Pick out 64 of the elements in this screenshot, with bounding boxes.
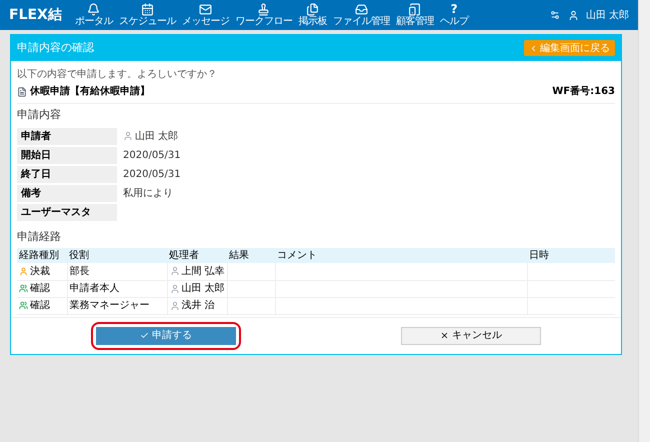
group-icon [19,301,28,310]
route-type: 決裁 [30,264,50,279]
column-header: 処理者 [167,248,228,263]
confirm-prompt: 以下の内容で申請します。よろしいですか？ [17,69,218,81]
section-heading: 申請経路 [17,228,62,244]
person-icon [170,300,180,310]
nav-item[interactable]: ファイル管理 [330,0,393,30]
field-value: 2020/05/31 [122,168,182,182]
handler-name: 上間 弘幸 [182,264,225,279]
field-label: 申請者 [17,128,117,144]
bell-icon [87,2,100,16]
field-value: 2020/05/31 [122,148,182,162]
documents-icon [306,2,320,16]
group-icon [19,284,28,293]
field-label: 開始日 [17,146,117,164]
nav-item[interactable]: ポータル [72,0,116,30]
column-header: 結果 [227,248,276,263]
calendar-icon [140,2,154,16]
field-value: 山田 太郎 [117,128,615,144]
nav-item[interactable]: メッセージ [178,0,232,30]
close-icon [440,331,449,340]
person-icon [19,266,28,276]
chevron-icon [529,44,538,52]
column-header: 日時 [527,248,615,263]
nav-item[interactable]: 掲示板 [295,0,330,30]
settings-icon[interactable] [550,10,560,20]
nav-item[interactable]: ワークフロー [232,0,296,30]
person-icon [123,131,133,141]
column-header: コメント [275,248,528,263]
person-icon [170,284,180,294]
handler-name: 山田 太郎 [182,282,225,296]
table-cell: 申請者本人 [67,280,167,297]
nav-item[interactable]: 顧客管理 [392,0,437,30]
route-type: 確認 [30,282,50,296]
section-heading: 申請内容 [17,107,62,123]
handler-name: 浅井 治 [182,298,215,313]
table-cell: 部長 [67,263,167,280]
column-header: 経路種別 [17,248,67,263]
panel-title: 申請内容の確認 [17,40,94,56]
nav-item[interactable]: スケジュール [116,0,179,30]
field-label: ユーザーマスタ [17,204,117,220]
tray-icon [354,2,368,16]
nav-item[interactable]: ? ヘルプ [436,0,472,30]
stamp-icon [257,2,270,16]
wf-number: WF番号:163 [552,84,615,99]
route-type: 確認 [30,298,50,313]
field-label: 備考 [17,184,117,202]
person-icon [170,266,180,276]
field-label: 終了日 [17,166,117,182]
table-cell: 業務マネージャー [67,297,167,314]
scrollbar[interactable] [638,0,650,442]
logo[interactable]: FLEX結 [9,4,62,26]
submit-button[interactable]: 申請する [96,326,236,344]
mail-icon [199,2,212,16]
check-icon [140,331,149,340]
help-glyph: ? [450,2,458,16]
cancel-button[interactable]: キャンセル [401,326,541,344]
column-header: 役割 [67,248,167,263]
user-icon [568,10,579,20]
form-title: 休暇申請【有給休暇申請】 [30,84,150,99]
tablet-icon [408,2,422,16]
field-value: 私用により [122,186,174,200]
user-name[interactable]: 山田 太郎 [586,8,629,22]
document-icon [17,86,27,96]
